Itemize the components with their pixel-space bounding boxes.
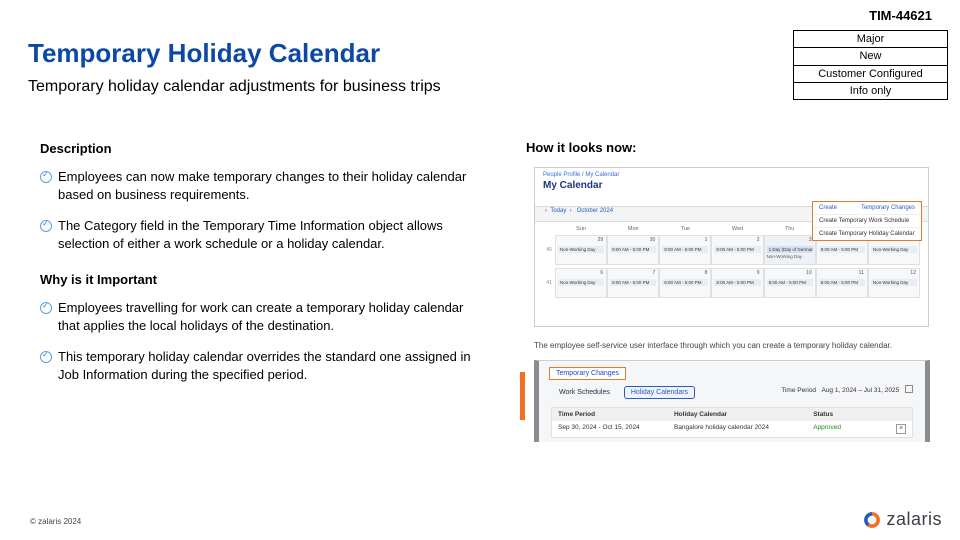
menu-item-ws: Create Temporary Work Schedule [813, 215, 921, 228]
bullet-d1: Employees can now make temporary changes… [40, 168, 475, 204]
calendar-icon [905, 385, 913, 393]
daynum: 10 [806, 270, 812, 276]
heading-description: Description [40, 140, 475, 158]
brand-logo-icon [864, 512, 880, 528]
tag-hours: 8:00 AM - 5:00 PM [714, 246, 760, 253]
copyright: © zalaris 2024 [30, 517, 81, 526]
info-new: New [793, 47, 948, 64]
page-title: Temporary Holiday Calendar [28, 38, 380, 69]
orange-accent-bar [520, 372, 525, 420]
screenshot-temporary-changes: Temporary Changes Work Schedules Holiday… [534, 360, 930, 442]
menu-temporary-changes-label: Temporary Changes [861, 205, 915, 211]
daynum: 2 [757, 237, 760, 243]
daynum: 8 [705, 270, 708, 276]
tag-hours: 8:00 AM - 5:00 PM [610, 279, 656, 286]
daynum: 29 [598, 237, 604, 243]
my-calendar-title: My Calendar [543, 180, 928, 191]
tag-hours: 8:00 AM - 5:00 PM [662, 246, 708, 253]
heading-important: Why is it Important [40, 271, 475, 289]
temporary-changes-chip: Temporary Changes [549, 367, 626, 380]
tag-nonworking: Non-Working Day [558, 246, 604, 253]
heading-looks-now: How it looks now: [526, 140, 950, 155]
th-holiday-calendar: Holiday Calendar [674, 411, 813, 418]
info-info-only: Info only [793, 82, 948, 100]
screenshot-caption: The employee self-service user interface… [534, 341, 950, 350]
tag-hours: 8:00 AM - 5:00 PM [819, 279, 865, 286]
daynum: 9 [757, 270, 760, 276]
breadcrumb-text: People Profile / My Calendar [543, 172, 928, 178]
time-period-display: Time Period Aug 1, 2024 – Jul 31, 2025 [781, 385, 913, 394]
close-icon: × [896, 424, 906, 434]
bullet-d2: The Category field in the Temporary Time… [40, 217, 475, 253]
daynum: 1 [705, 237, 708, 243]
calendar-nav: ‹ Today › October 2024 [545, 208, 613, 214]
bullet-i2: This temporary holiday calendar override… [40, 348, 475, 384]
brand-text: zalaris [886, 509, 942, 530]
tag-nonworking: Non-Working Day [558, 279, 604, 286]
tag-holiday: 1 Day (Day of German Uni... [767, 246, 813, 253]
row-holiday-calendar: Bangalore holiday calendar 2024 [674, 424, 813, 434]
tag-hours: 8:00 AM - 5:00 PM [662, 279, 708, 286]
day-mon: Mon [607, 226, 659, 232]
tag-hours: 8:00 AM - 5:00 PM [819, 246, 865, 253]
info-major: Major [793, 30, 948, 47]
create-menu: Create Temporary Changes Create Temporar… [812, 201, 922, 241]
tag-nonworking: Non-Working Day [871, 246, 917, 253]
menu-create-label: Create [819, 205, 837, 211]
bullet-i1: Employees travelling for work can create… [40, 299, 475, 335]
daynum: 30 [650, 237, 656, 243]
daynum: 12 [910, 270, 916, 276]
nav-today: Today [550, 208, 566, 214]
daynum: 7 [653, 270, 656, 276]
left-column: Description Employees can now make tempo… [40, 140, 475, 402]
doc-id: TIM-44621 [869, 8, 932, 23]
tag-holiday-sub: Non-Working Day [767, 254, 813, 259]
tag-hours: 8:00 AM - 5:00 PM [714, 279, 760, 286]
nav-prev: ‹ [545, 208, 547, 214]
row-time-period: Sep 30, 2024 - Oct 15, 2024 [558, 424, 674, 434]
tab-work-schedules: Work Schedules [553, 387, 616, 398]
screenshot-my-calendar: People Profile / My Calendar My Calendar… [534, 167, 929, 327]
time-period-value: Aug 1, 2024 – Jul 31, 2025 [821, 387, 899, 394]
daynum: 11 [859, 270, 864, 276]
brand: zalaris [864, 509, 942, 530]
th-status: Status [813, 411, 883, 418]
tc-table: Time Period Holiday Calendar Status Sep … [551, 407, 913, 438]
info-box: Major New Customer Configured Info only [793, 30, 948, 100]
tab-holiday-calendars: Holiday Calendars [624, 386, 695, 399]
th-time-period: Time Period [558, 411, 674, 418]
time-period-label: Time Period [781, 387, 816, 394]
day-wed: Wed [711, 226, 763, 232]
menu-item-hc: Create Temporary Holiday Calendar [813, 228, 921, 240]
tag-hours: 8:00 AM - 5:00 PM [767, 279, 813, 286]
page-subtitle: Temporary holiday calendar adjustments f… [28, 78, 441, 96]
week-41: 41 [543, 280, 555, 286]
week-40: 40 [543, 247, 555, 253]
daynum: 6 [600, 270, 603, 276]
tag-hours: 8:00 AM - 5:00 PM [610, 246, 656, 253]
info-customer-configured: Customer Configured [793, 65, 948, 82]
tag-nonworking: Non-Working Day [871, 279, 917, 286]
day-tue: Tue [659, 226, 711, 232]
nav-next: › [570, 208, 572, 214]
nav-month: October 2024 [577, 208, 613, 214]
day-sun: Sun [555, 226, 607, 232]
row-status: Approved [813, 424, 883, 434]
day-thu: Thu [764, 226, 816, 232]
right-column: How it looks now: People Profile / My Ca… [520, 140, 950, 442]
